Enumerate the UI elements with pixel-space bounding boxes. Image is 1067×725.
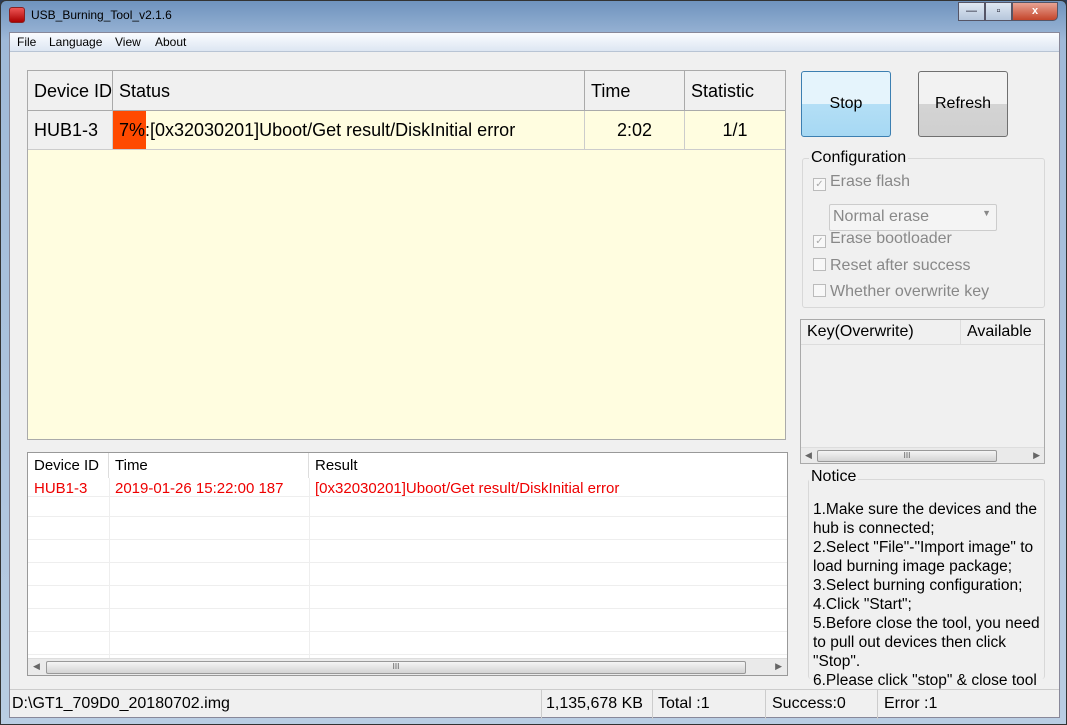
divider xyxy=(877,690,878,719)
log-device: HUB1-3 xyxy=(34,480,88,497)
erase-flash-label: Erase flash xyxy=(830,173,911,190)
empty-row xyxy=(28,590,787,609)
empty-row xyxy=(28,636,787,655)
notice-line: 3.Select burning configuration; xyxy=(813,577,1023,594)
empty-row xyxy=(28,498,787,517)
scroll-left-arrow-icon[interactable]: ◀ xyxy=(33,661,40,672)
notice-text: 1.Make sure the devices and the hub is c… xyxy=(813,500,1048,690)
time-cell: 2:02 xyxy=(585,111,685,150)
empty-row xyxy=(28,521,787,540)
status-bar: D:\GT1_709D0_20180702.img 1,135,678 KB T… xyxy=(10,689,1059,719)
log-header-device-id[interactable]: Device ID xyxy=(28,453,109,478)
erase-bootloader-checkbox[interactable]: ✓ Erase bootloader xyxy=(813,230,952,248)
scroll-right-arrow-icon[interactable]: ▶ xyxy=(1033,450,1040,461)
refresh-button[interactable]: Refresh xyxy=(918,71,1008,137)
notice-line: 5.Before close the tool, you need to pul… xyxy=(813,615,1040,670)
column-divider xyxy=(309,478,310,658)
divider xyxy=(765,690,766,719)
key-header-overwrite[interactable]: Key(Overwrite) xyxy=(801,320,961,345)
notice-line: 6.Please click "stop" & close tool xyxy=(813,672,1037,689)
empty-row xyxy=(28,544,787,563)
empty-row xyxy=(28,567,787,586)
checkbox-empty-icon xyxy=(813,258,826,271)
log-horizontal-scrollbar[interactable]: ◀ III ▶ xyxy=(28,658,787,675)
status-success: Success:0 xyxy=(772,695,846,712)
header-time[interactable]: Time xyxy=(585,71,685,111)
column-divider xyxy=(109,478,110,658)
check-icon: ✓ xyxy=(813,178,826,191)
notice-line: 2.Select "File"-"Import image" to load b… xyxy=(813,539,1034,575)
status-cell[interactable]: 7% :[0x32030201]Uboot/Get result/DiskIni… xyxy=(113,111,585,150)
empty-row xyxy=(28,613,787,632)
window-title: USB_Burning_Tool_v2.1.6 xyxy=(31,8,172,22)
status-size: 1,135,678 KB xyxy=(546,695,643,712)
erase-bootloader-label: Erase bootloader xyxy=(830,230,952,247)
log-result: [0x32030201]Uboot/Get result/DiskInitial… xyxy=(315,480,620,497)
notice-line: 1.Make sure the devices and the hub is c… xyxy=(813,501,1038,537)
reset-after-success-label: Reset after success xyxy=(830,257,971,274)
notice-title: Notice xyxy=(809,468,859,486)
menu-file[interactable]: File xyxy=(17,35,36,49)
maximize-button[interactable]: ▫ xyxy=(985,2,1012,21)
menu-view[interactable]: View xyxy=(115,35,141,49)
header-status[interactable]: Status xyxy=(113,71,585,111)
statistic-cell: 1/1 xyxy=(685,111,785,150)
log-time: 2019-01-26 15:22:00 187 xyxy=(115,480,284,497)
log-table: Device ID Time Result HUB1-3 2019-01-26 … xyxy=(27,452,788,676)
scroll-right-arrow-icon[interactable]: ▶ xyxy=(775,661,782,672)
status-total: Total :1 xyxy=(658,695,710,712)
window-frame: USB_Burning_Tool_v2.1.6 — ▫ x File Langu… xyxy=(0,0,1067,725)
divider xyxy=(541,690,542,719)
status-file-path: D:\GT1_709D0_20180702.img xyxy=(12,695,230,712)
minimize-button[interactable]: — xyxy=(958,2,985,21)
erase-flash-checkbox[interactable]: ✓ Erase flash xyxy=(813,173,910,191)
configuration-title: Configuration xyxy=(809,149,909,167)
header-statistic[interactable]: Statistic xyxy=(685,71,785,111)
status-text: :[0x32030201]Uboot/Get result/DiskInitia… xyxy=(145,120,516,140)
log-header-time[interactable]: Time xyxy=(109,453,309,478)
log-header-result[interactable]: Result xyxy=(309,453,787,478)
close-button[interactable]: x xyxy=(1012,2,1058,21)
scroll-thumb[interactable]: III xyxy=(46,661,746,674)
header-device-id[interactable]: Device ID xyxy=(28,71,113,111)
notice-group: Notice 1.Make sure the devices and the h… xyxy=(808,468,1045,689)
menu-language[interactable]: Language xyxy=(49,35,102,49)
key-list[interactable]: Key(Overwrite) Available ◀ III ▶ xyxy=(800,319,1045,464)
check-icon: ✓ xyxy=(813,235,826,248)
device-id-cell[interactable]: HUB1-3 xyxy=(28,111,113,150)
log-row[interactable]: HUB1-3 2019-01-26 15:22:00 187 [0x320302… xyxy=(28,478,787,497)
reset-after-success-checkbox[interactable]: Reset after success xyxy=(813,257,971,275)
key-header-available[interactable]: Available xyxy=(961,320,1044,345)
menu-bar: File Language View About xyxy=(10,33,1059,52)
client-area: File Language View About Device ID Statu… xyxy=(9,32,1060,719)
app-icon xyxy=(9,7,25,23)
status-error: Error :1 xyxy=(884,695,938,712)
checkbox-empty-icon xyxy=(813,284,826,297)
overwrite-key-checkbox[interactable]: Whether overwrite key xyxy=(813,283,989,301)
scroll-thumb[interactable]: III xyxy=(817,450,997,462)
erase-mode-value: Normal erase xyxy=(833,208,930,225)
device-table: Device ID Status Time Statistic HUB1-3 7… xyxy=(27,70,786,440)
notice-line: 4.Click "Start"; xyxy=(813,596,912,613)
menu-about[interactable]: About xyxy=(155,35,186,49)
key-horizontal-scrollbar[interactable]: ◀ III ▶ xyxy=(801,447,1044,463)
stop-button[interactable]: Stop xyxy=(801,71,891,137)
chevron-down-icon: ▼ xyxy=(982,208,991,218)
progress-label: 7% xyxy=(119,120,146,140)
scroll-left-arrow-icon[interactable]: ◀ xyxy=(805,450,812,461)
overwrite-key-label: Whether overwrite key xyxy=(830,283,990,300)
erase-mode-select[interactable]: Normal erase ▼ xyxy=(829,204,997,231)
divider xyxy=(652,690,653,719)
configuration-group: Configuration ✓ Erase flash Normal erase ▼… xyxy=(802,149,1045,308)
